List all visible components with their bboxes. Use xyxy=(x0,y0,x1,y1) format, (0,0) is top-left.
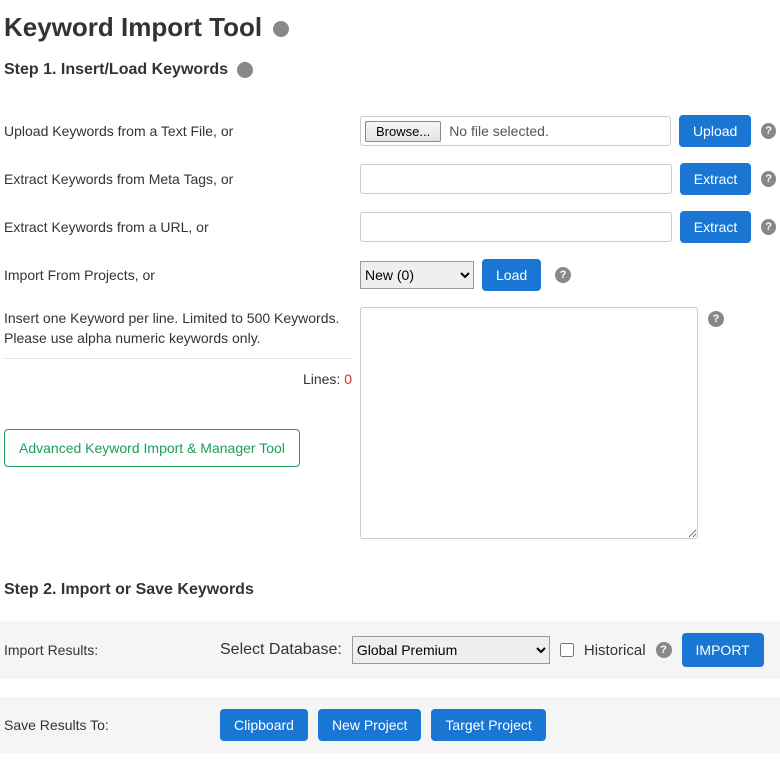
page-title-text: Keyword Import Tool xyxy=(4,12,262,42)
page-title: Keyword Import Tool ? xyxy=(4,12,776,43)
url-label: Extract Keywords from a URL, or xyxy=(4,219,352,235)
help-icon[interactable]: ? xyxy=(237,62,253,78)
help-icon[interactable]: ? xyxy=(708,311,724,327)
meta-input[interactable] xyxy=(360,164,672,194)
load-button[interactable]: Load xyxy=(482,259,541,291)
step1-heading-text: Step 1. Insert/Load Keywords xyxy=(4,61,228,78)
import-results-row: Import Results: Select Database: Global … xyxy=(0,621,780,679)
lines-count: 0 xyxy=(344,371,352,387)
upload-row: Upload Keywords from a Text File, or Bro… xyxy=(4,107,776,155)
import-button[interactable]: IMPORT xyxy=(682,633,764,667)
textarea-row: Insert one Keyword per line. Limited to … xyxy=(4,299,776,547)
upload-label: Upload Keywords from a Text File, or xyxy=(4,123,352,139)
url-row: Extract Keywords from a URL, or Extract … xyxy=(4,203,776,251)
save-results-row: Save Results To: Clipboard New Project T… xyxy=(0,697,780,753)
projects-row: Import From Projects, or New (0) Load ? xyxy=(4,251,776,299)
clipboard-button[interactable]: Clipboard xyxy=(220,709,308,741)
step2-heading: Step 2. Import or Save Keywords xyxy=(4,581,776,599)
historical-label: Historical xyxy=(584,642,646,659)
help-icon[interactable]: ? xyxy=(555,267,571,283)
help-icon[interactable]: ? xyxy=(656,642,672,658)
divider xyxy=(4,358,352,359)
meta-label: Extract Keywords from Meta Tags, or xyxy=(4,171,352,187)
lines-counter: Lines: 0 xyxy=(4,371,352,387)
extract-url-button[interactable]: Extract xyxy=(680,211,752,243)
upload-button[interactable]: Upload xyxy=(679,115,751,147)
projects-label: Import From Projects, or xyxy=(4,267,352,283)
keywords-textarea[interactable] xyxy=(360,307,698,539)
target-project-button[interactable]: Target Project xyxy=(431,709,545,741)
advanced-tool-button[interactable]: Advanced Keyword Import & Manager Tool xyxy=(4,429,300,467)
file-status-text: No file selected. xyxy=(449,123,549,139)
step1-heading: Step 1. Insert/Load Keywords ? xyxy=(4,61,776,79)
import-results-label: Import Results: xyxy=(4,642,210,658)
projects-select[interactable]: New (0) xyxy=(360,261,474,289)
textarea-label: Insert one Keyword per line. Limited to … xyxy=(4,309,352,348)
help-icon[interactable]: ? xyxy=(761,219,776,235)
url-input[interactable] xyxy=(360,212,672,242)
lines-label: Lines: xyxy=(303,371,344,387)
database-select[interactable]: Global Premium xyxy=(352,636,550,664)
meta-row: Extract Keywords from Meta Tags, or Extr… xyxy=(4,155,776,203)
help-icon[interactable]: ? xyxy=(761,171,776,187)
browse-button[interactable]: Browse... xyxy=(365,121,441,142)
new-project-button[interactable]: New Project xyxy=(318,709,421,741)
historical-checkbox[interactable] xyxy=(560,643,574,657)
help-icon[interactable]: ? xyxy=(761,123,776,139)
help-icon[interactable]: ? xyxy=(273,21,289,37)
select-database-label: Select Database: xyxy=(220,641,342,659)
file-input[interactable]: Browse... No file selected. xyxy=(360,116,671,146)
save-results-label: Save Results To: xyxy=(4,717,210,733)
extract-meta-button[interactable]: Extract xyxy=(680,163,752,195)
